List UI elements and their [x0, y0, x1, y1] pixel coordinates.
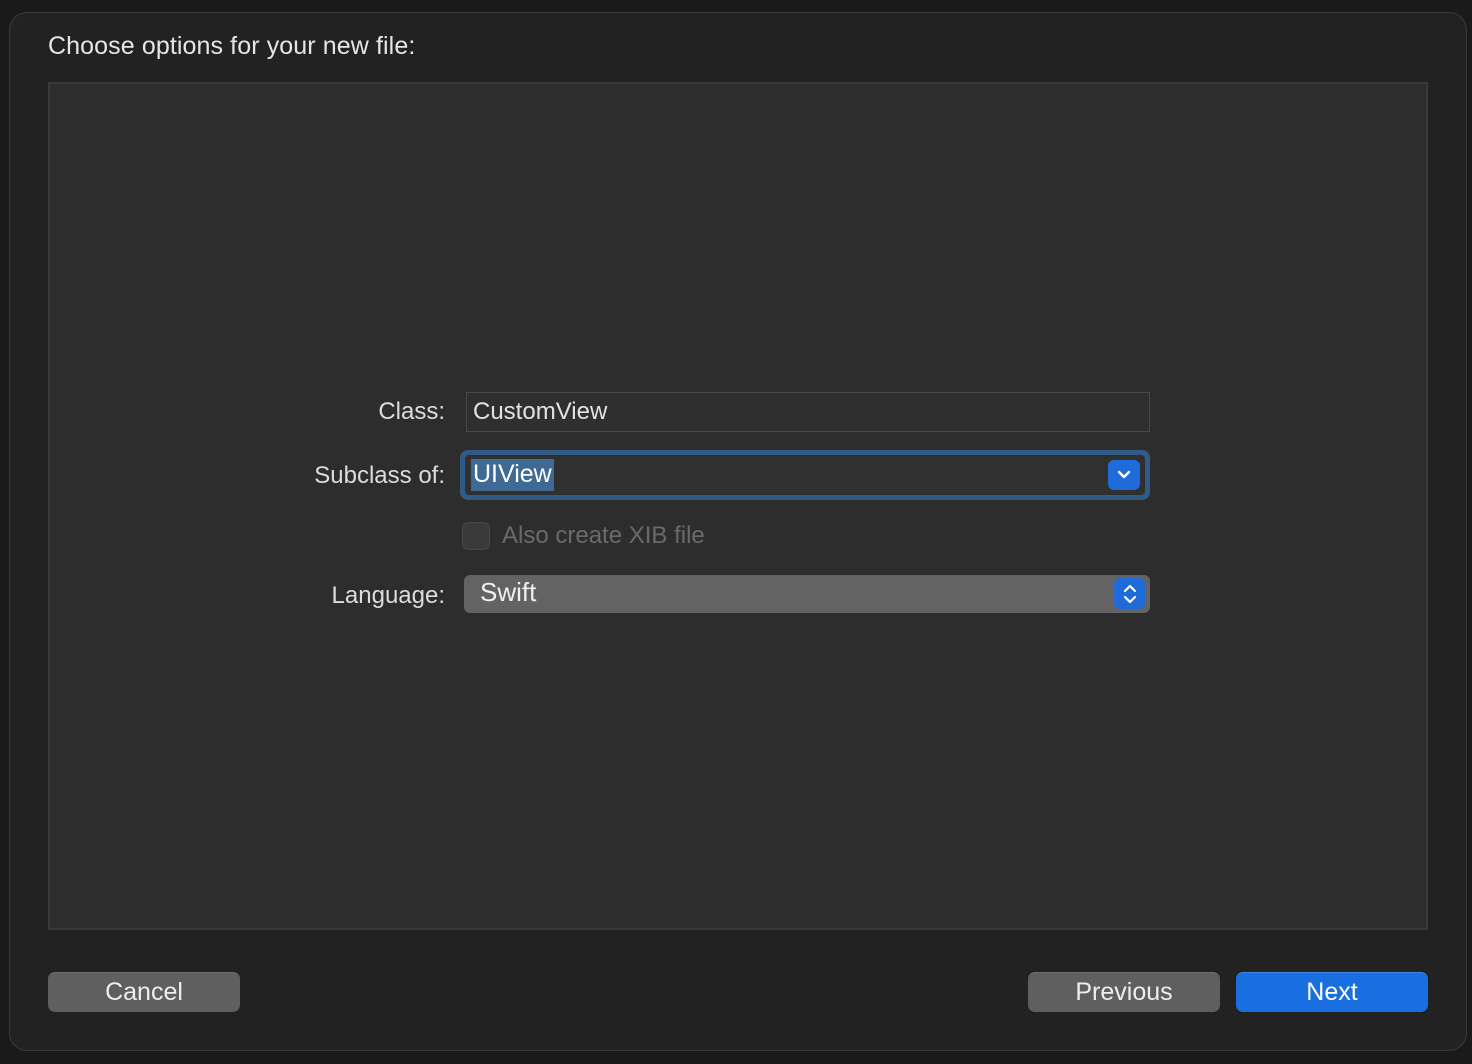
chevron-down-icon[interactable]	[1108, 460, 1140, 490]
previous-button[interactable]: Previous	[1028, 972, 1220, 1012]
cancel-button[interactable]: Cancel	[48, 972, 240, 1012]
also-create-xib-checkbox[interactable]	[462, 522, 490, 550]
options-panel	[48, 82, 1428, 930]
class-label: Class:	[378, 398, 445, 425]
next-button[interactable]: Next	[1236, 972, 1428, 1012]
subclass-value[interactable]: UIView	[471, 459, 554, 491]
language-popup[interactable]	[464, 575, 1150, 613]
language-label: Language:	[331, 582, 445, 609]
subclass-label: Subclass of:	[314, 462, 445, 489]
language-value[interactable]: Swift	[480, 576, 536, 608]
dialog-title: Choose options for your new file:	[48, 32, 416, 60]
chevron-up-down-icon[interactable]	[1114, 578, 1145, 609]
also-create-xib-label: Also create XIB file	[502, 522, 705, 549]
subclass-combo-box[interactable]	[465, 455, 1145, 495]
class-name-field[interactable]: CustomView	[466, 392, 1150, 432]
